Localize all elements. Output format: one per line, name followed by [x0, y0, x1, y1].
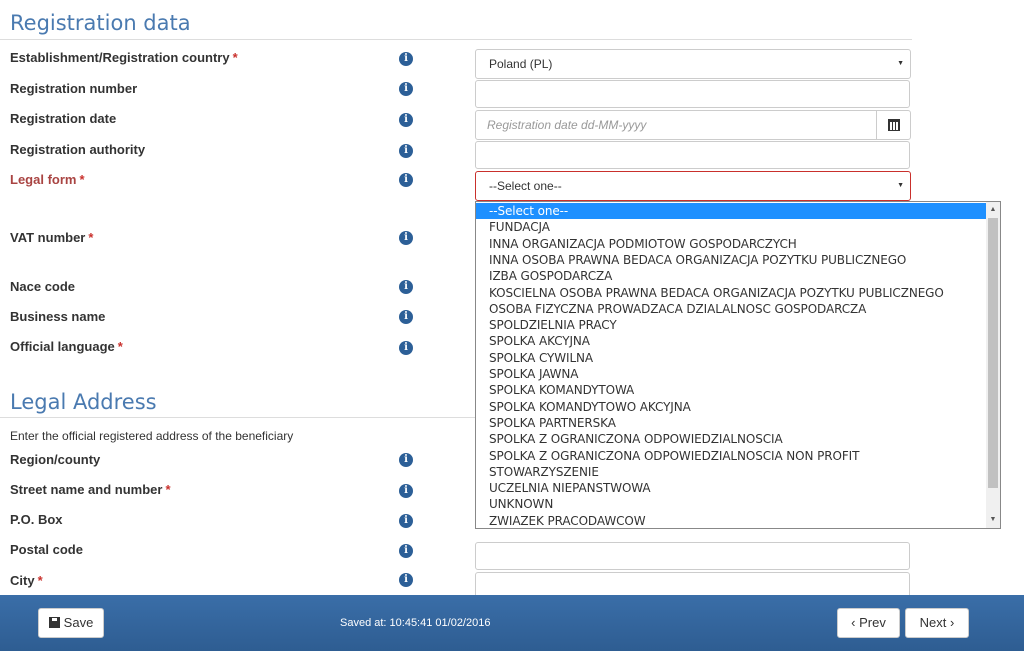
street-label: Street name and number * — [10, 482, 171, 497]
legal-form-option[interactable]: --Select one-- — [476, 203, 986, 219]
registration-authority-label: Registration authority — [10, 142, 146, 157]
legal-form-option[interactable]: SPOLKA Z OGRANICZONA ODPOWIEDZIALNOSCIA … — [476, 448, 986, 464]
legal-form-option[interactable]: SPOLKA JAWNA — [476, 366, 986, 382]
legal-form-option[interactable]: KOSCIELNA OSOBA PRAWNA BEDACA ORGANIZACJ… — [476, 285, 986, 301]
info-icon[interactable]: i — [399, 484, 413, 498]
legal-form-option[interactable]: SPOLKA CYWILNA — [476, 350, 986, 366]
legal-address-helper-text: Enter the official registered address of… — [10, 429, 294, 443]
nace-code-label: Nace code — [10, 279, 76, 294]
legal-form-option[interactable]: SPOLDZIELNIA PRACY — [476, 317, 986, 333]
legal-form-dropdown-list[interactable]: --Select one-- FUNDACJA INNA ORGANIZACJA P… — [475, 201, 1001, 529]
legal-form-select[interactable]: --Select one-- ▼ — [475, 171, 911, 201]
legal-form-label: Legal form * — [10, 172, 85, 187]
legal-form-option[interactable]: UNKNOWN — [476, 496, 986, 512]
legal-form-option[interactable]: SPOLKA KOMANDYTOWO AKCYJNA — [476, 399, 986, 415]
saved-status: Saved at: 10:45:41 01/02/2016 — [340, 617, 491, 629]
info-icon[interactable]: i — [399, 173, 413, 187]
scroll-up-icon[interactable]: ▲ — [988, 204, 998, 216]
postal-code-input[interactable] — [475, 542, 910, 570]
info-icon[interactable]: i — [399, 310, 413, 324]
registration-section-title: Registration data — [10, 11, 191, 35]
country-label: Establishment/Registration country * — [10, 50, 238, 65]
legal-form-option[interactable]: SPOLKA KOMANDYTOWA — [476, 382, 986, 398]
prev-button[interactable]: ‹ Prev — [837, 608, 900, 638]
chevron-down-icon: ▼ — [897, 60, 904, 67]
po-box-label: P.O. Box — [10, 512, 63, 527]
scroll-down-icon[interactable]: ▼ — [988, 514, 998, 526]
chevron-right-icon: › — [950, 615, 955, 630]
legal-form-select-value: --Select one-- — [489, 179, 562, 193]
legal-form-option[interactable]: ZWIAZEK PRACODAWCOW — [476, 513, 986, 528]
info-icon[interactable]: i — [399, 341, 413, 355]
info-icon[interactable]: i — [399, 52, 413, 66]
info-icon[interactable]: i — [399, 514, 413, 528]
next-button[interactable]: Next › — [905, 608, 969, 638]
chevron-left-icon: ‹ — [851, 615, 856, 630]
info-icon[interactable]: i — [399, 113, 413, 127]
save-button[interactable]: Save — [38, 608, 104, 638]
info-icon[interactable]: i — [399, 573, 413, 587]
footer-bar: Save Saved at: 10:45:41 01/02/2016 ‹ Pre… — [0, 595, 1024, 651]
business-name-label: Business name — [10, 309, 106, 324]
city-label: City * — [10, 573, 43, 588]
info-icon[interactable]: i — [399, 453, 413, 467]
legal-form-option[interactable]: SPOLKA Z OGRANICZONA ODPOWIEDZIALNOSCIA — [476, 431, 986, 447]
legal-form-option[interactable]: OSOBA FIZYCZNA PROWADZACA DZIALALNOSC GO… — [476, 301, 986, 317]
legal-form-option[interactable]: SPOLKA PARTNERSKA — [476, 415, 986, 431]
registration-date-label: Registration date — [10, 111, 117, 126]
info-icon[interactable]: i — [399, 82, 413, 96]
calendar-icon — [888, 119, 900, 131]
legal-form-option[interactable]: IZBA GOSPODARCZA — [476, 268, 986, 284]
registration-number-input[interactable] — [475, 80, 910, 108]
registration-date-input[interactable]: Registration date dd-MM-yyyy — [475, 110, 877, 140]
section-divider — [0, 39, 912, 40]
legal-form-option[interactable]: STOWARZYSZENIE — [476, 464, 986, 480]
legal-form-option[interactable]: UCZELNIA NIEPANSTWOWA — [476, 480, 986, 496]
postal-code-label: Postal code — [10, 542, 83, 557]
info-icon[interactable]: i — [399, 280, 413, 294]
legal-form-option[interactable]: SPOLKA AKCYJNA — [476, 333, 986, 349]
official-language-label: Official language * — [10, 339, 123, 354]
legal-form-option[interactable]: INNA OSOBA PRAWNA BEDACA ORGANIZACJA POZ… — [476, 252, 986, 268]
chevron-down-icon: ▼ — [897, 182, 904, 189]
registration-authority-input[interactable] — [475, 141, 910, 169]
info-icon[interactable]: i — [399, 544, 413, 558]
country-select-value: Poland (PL) — [489, 57, 553, 71]
calendar-button[interactable] — [876, 110, 911, 140]
region-label: Region/county — [10, 452, 101, 467]
legal-form-option[interactable]: INNA ORGANIZACJA PODMIOTOW GOSPODARCZYCH — [476, 236, 986, 252]
vat-number-label: VAT number * — [10, 230, 94, 245]
floppy-disk-icon — [48, 617, 60, 628]
scrollbar-thumb[interactable] — [988, 218, 998, 488]
legal-address-section-title: Legal Address — [10, 390, 157, 414]
country-select[interactable]: Poland (PL) ▼ — [475, 49, 911, 79]
registration-number-label: Registration number — [10, 81, 138, 96]
info-icon[interactable]: i — [399, 231, 413, 245]
legal-form-option[interactable]: FUNDACJA — [476, 219, 986, 235]
info-icon[interactable]: i — [399, 144, 413, 158]
